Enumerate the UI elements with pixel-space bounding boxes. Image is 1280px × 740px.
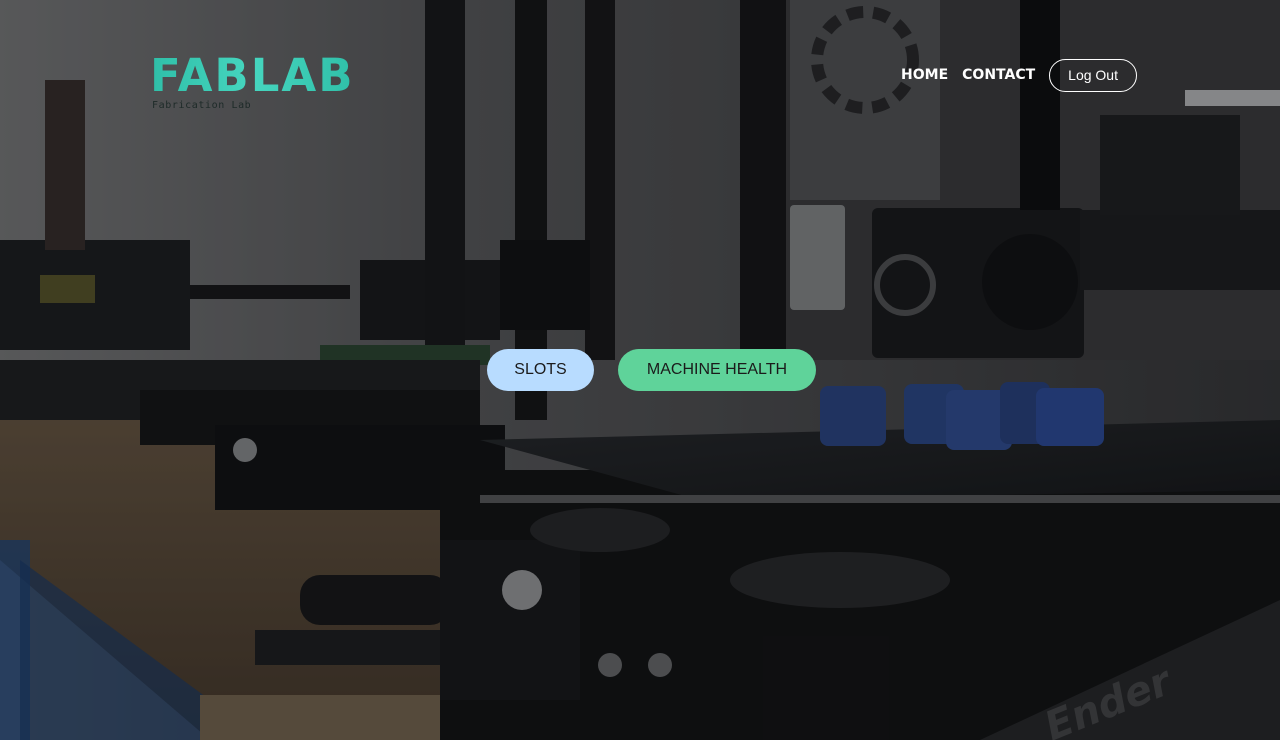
slots-button[interactable]: SLOTS: [487, 349, 594, 391]
landing-page: Ender FABLAB Fabrication Lab HOME CONTAC…: [0, 0, 1280, 740]
logout-button[interactable]: Log Out: [1049, 58, 1137, 92]
logo-subtitle: Fabrication Lab: [152, 100, 252, 111]
top-navigation: HOME CONTACT Log Out: [887, 58, 1137, 92]
fablab-logo[interactable]: FABLAB Fabrication Lab: [150, 50, 362, 116]
nav-contact-link[interactable]: CONTACT: [962, 67, 1035, 83]
main-actions: SLOTS MACHINE HEALTH: [487, 349, 816, 391]
nav-home-link[interactable]: HOME: [901, 67, 948, 83]
machine-health-button[interactable]: MACHINE HEALTH: [618, 349, 816, 391]
logo-wordmark: FABLAB: [150, 49, 355, 102]
